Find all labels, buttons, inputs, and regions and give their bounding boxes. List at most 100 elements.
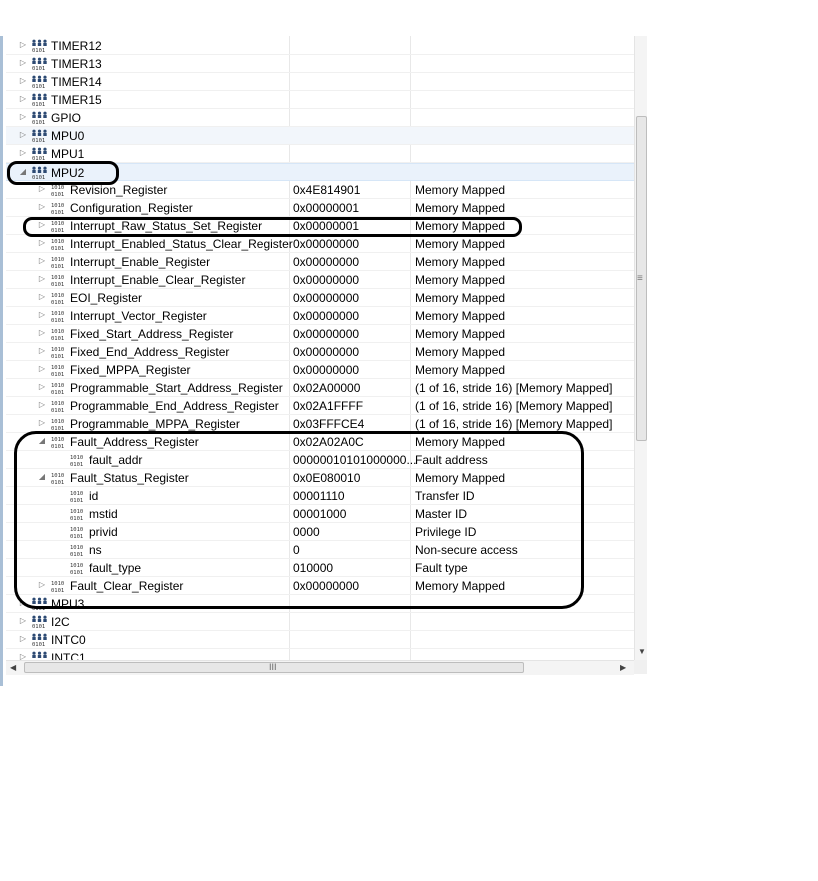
tree-row[interactable]: ▷ 0101 TIMER14 [6, 73, 634, 91]
collapsed-arrow-icon[interactable]: ▷ [37, 292, 47, 302]
tree-row[interactable]: 1010 0101 ns 0 Non-secure access [6, 541, 634, 559]
tree-row[interactable]: ▷ 1010 0101 Interrupt_Raw_Status_Set_Regist… [6, 217, 634, 235]
collapsed-arrow-icon[interactable]: ▷ [18, 130, 28, 140]
tree-row[interactable]: ▷ 1010 0101 Revision_Register 0x4E814901 Memo… [6, 181, 634, 199]
row-value[interactable]: 0x02A1FFFF [293, 399, 363, 413]
row-value[interactable]: 0x00000000 [293, 345, 359, 359]
row-value[interactable]: 0x03FFFCE4 [293, 417, 364, 431]
row-value[interactable]: 0x00000000 [293, 237, 359, 251]
vertical-scrollbar[interactable]: ▲ ▼ [634, 36, 647, 660]
collapsed-arrow-icon[interactable]: ▷ [37, 238, 47, 248]
collapsed-arrow-icon[interactable]: ▷ [37, 328, 47, 338]
row-value[interactable]: 00001000 [293, 507, 346, 521]
collapsed-arrow-icon[interactable]: ▷ [37, 202, 47, 212]
row-value[interactable]: 0x00000001 [293, 219, 359, 233]
row-name: Fixed_Start_Address_Register [70, 327, 234, 341]
tree-row[interactable]: ▷ 1010 0101 Fixed_End_Address_Register 0x000… [6, 343, 634, 361]
collapsed-arrow-icon[interactable]: ▷ [18, 94, 28, 104]
collapsed-arrow-icon[interactable]: ▷ [18, 616, 28, 626]
tree-row[interactable]: ▷ 0101 TIMER15 [6, 91, 634, 109]
collapsed-arrow-icon[interactable]: ▷ [37, 274, 47, 284]
row-value[interactable]: 0x00000000 [293, 309, 359, 323]
tree-row[interactable]: ▷ 0101 TIMER12 [6, 37, 634, 55]
tree-row[interactable]: ▷ 0101 MPU3 [6, 595, 634, 613]
expanded-arrow-icon[interactable]: ◢ [37, 472, 47, 482]
tree-row[interactable]: ▷ 0101 MPU1 [6, 145, 634, 163]
row-value[interactable]: 0x02A00000 [293, 381, 360, 395]
tree-row[interactable]: ▷ 1010 0101 Configuration_Register 0x0000000… [6, 199, 634, 217]
tree-row[interactable]: ◢ 1010 0101 Fault_Address_Register 0x02A02A0… [6, 433, 634, 451]
row-value[interactable]: 00000010101000000... [293, 453, 416, 467]
row-value[interactable]: 00001110 [293, 489, 345, 503]
scroll-left-arrow[interactable]: ◀ [10, 663, 16, 672]
collapsed-arrow-icon[interactable]: ▷ [18, 598, 28, 608]
scroll-down-arrow[interactable]: ▼ [638, 647, 646, 656]
tree-row[interactable]: ▷ 1010 0101 Programmable_MPPA_Register 0x03F… [6, 415, 634, 433]
tree-row[interactable]: 1010 0101 id 00001110 Transfer ID [6, 487, 634, 505]
scroll-right-arrow[interactable]: ▶ [620, 663, 626, 672]
svg-text:0101: 0101 [32, 102, 45, 107]
horizontal-scroll-thumb[interactable]: III [24, 662, 524, 673]
row-value[interactable]: 0x4E814901 [293, 183, 360, 197]
tree-row[interactable]: ▷ 0101 MPU0 [6, 127, 634, 145]
tree-row[interactable]: ▷ 0101 GPIO [6, 109, 634, 127]
tree-row[interactable]: ▷0101INTC1 [6, 649, 634, 660]
collapsed-arrow-icon[interactable]: ▷ [37, 256, 47, 266]
tree-row[interactable]: ▷ 1010 0101 Fixed_MPPA_Register 0x00000000 Me… [6, 361, 634, 379]
tree-row[interactable]: ▷ 1010 0101 Programmable_End_Address_Regist… [6, 397, 634, 415]
tree-row[interactable]: ◢ 1010 0101 Fault_Status_Register 0x0E080010… [6, 469, 634, 487]
row-value[interactable]: 0x00000000 [293, 579, 359, 593]
collapsed-arrow-icon[interactable]: ▷ [37, 310, 47, 320]
row-value[interactable]: 0x00000000 [293, 363, 359, 377]
row-value[interactable]: 0 [293, 543, 300, 557]
row-value[interactable]: 0x00000000 [293, 255, 359, 269]
row-value[interactable]: 0x00000000 [293, 273, 359, 287]
row-value[interactable]: 0x00000000 [293, 291, 359, 305]
collapsed-arrow-icon[interactable]: ▷ [37, 382, 47, 392]
row-value[interactable]: 010000 [293, 561, 333, 575]
row-type: Memory Mapped [415, 471, 506, 485]
collapsed-arrow-icon[interactable]: ▷ [18, 112, 28, 122]
collapsed-arrow-icon[interactable]: ▷ [37, 346, 47, 356]
collapsed-arrow-icon[interactable]: ▷ [37, 580, 47, 590]
collapsed-arrow-icon[interactable]: ▷ [37, 364, 47, 374]
collapsed-arrow-icon[interactable]: ▷ [18, 76, 28, 86]
collapsed-arrow-icon[interactable]: ▷ [18, 652, 28, 660]
row-value[interactable]: 0x00000000 [293, 327, 359, 341]
tree-row[interactable]: ▷ 1010 0101 EOI_Register 0x00000000 Memory Ma… [6, 289, 634, 307]
collapsed-arrow-icon[interactable]: ▷ [18, 148, 28, 158]
svg-text:0101: 0101 [51, 246, 64, 251]
row-value[interactable]: 0x00000001 [293, 201, 359, 215]
expanded-arrow-icon[interactable]: ◢ [37, 436, 47, 446]
register-tree[interactable]: ▷ 0101 TIMER12 ▷ 0101 TIMER13 ▷ 0101 TIMER14 ▷ 010… [6, 36, 634, 660]
collapsed-arrow-icon[interactable]: ▷ [37, 400, 47, 410]
collapsed-arrow-icon[interactable]: ▷ [37, 184, 47, 194]
tree-row[interactable]: ▷ 1010 0101 Interrupt_Enable_Clear_Register… [6, 271, 634, 289]
row-value[interactable]: 0000 [293, 525, 320, 539]
row-type: (1 of 16, stride 16) [Memory Mapped] [415, 381, 613, 395]
collapsed-arrow-icon[interactable]: ▷ [18, 40, 28, 50]
tree-row[interactable]: ▷ 0101 INTC0 [6, 631, 634, 649]
tree-row[interactable]: ▷ 1010 0101 Fixed_Start_Address_Register 0x0… [6, 325, 634, 343]
tree-row[interactable]: ▷ 1010 0101 Fault_Clear_Register 0x00000000 M… [6, 577, 634, 595]
tree-row[interactable]: ◢ 0101 MPU2 [6, 163, 634, 181]
tree-row[interactable]: ▷ 0101 TIMER13 [6, 55, 634, 73]
collapsed-arrow-icon[interactable]: ▷ [37, 220, 47, 230]
collapsed-arrow-icon[interactable]: ▷ [18, 634, 28, 644]
tree-row[interactable]: ▷ 1010 0101 Programmable_Start_Address_Regi… [6, 379, 634, 397]
tree-row[interactable]: ▷ 1010 0101 Interrupt_Enabled_Status_Clear_… [6, 235, 634, 253]
collapsed-arrow-icon[interactable]: ▷ [37, 418, 47, 428]
row-value[interactable]: 0x02A02A0C [293, 435, 364, 449]
tree-row[interactable]: ▷ 1010 0101 Interrupt_Vector_Register 0x0000… [6, 307, 634, 325]
tree-row[interactable]: ▷ 0101 I2C [6, 613, 634, 631]
register-icon: 1010 0101 [50, 255, 67, 270]
tree-row[interactable]: 1010 0101 fault_addr 00000010101000000... Fa… [6, 451, 634, 469]
row-value[interactable]: 0x0E080010 [293, 471, 360, 485]
tree-row[interactable]: 1010 0101 mstid 00001000 Master ID [6, 505, 634, 523]
tree-row[interactable]: 1010 0101 privid 0000 Privilege ID [6, 523, 634, 541]
horizontal-scrollbar[interactable]: ◀ III ▶ [6, 660, 634, 675]
collapsed-arrow-icon[interactable]: ▷ [18, 58, 28, 68]
tree-row[interactable]: ▷ 1010 0101 Interrupt_Enable_Register 0x0000… [6, 253, 634, 271]
tree-row[interactable]: 1010 0101 fault_type 010000 Fault type [6, 559, 634, 577]
expanded-arrow-icon[interactable]: ◢ [18, 167, 28, 177]
